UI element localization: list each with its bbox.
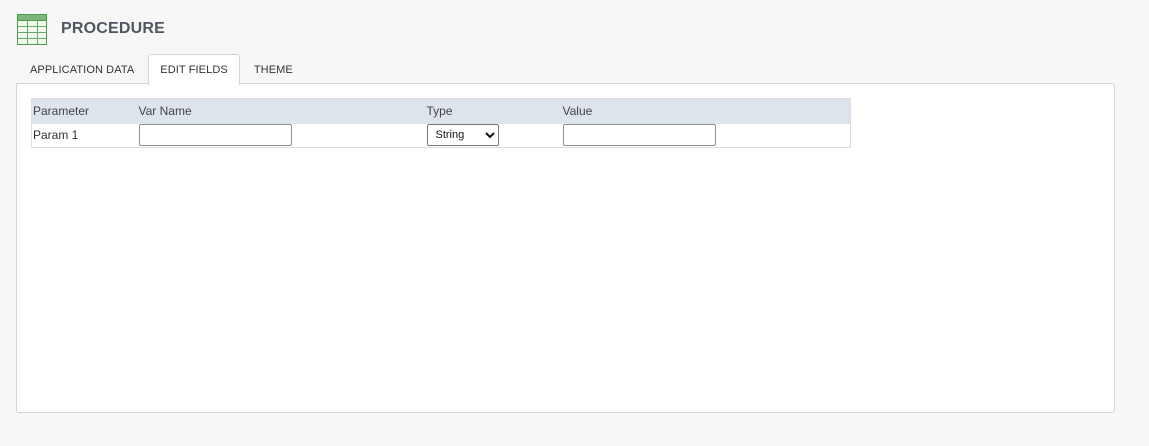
parameters-table: Parameter Var Name Type Value Param 1 St…	[31, 98, 851, 148]
page-title: PROCEDURE	[61, 20, 166, 37]
tab-theme[interactable]: THEME	[240, 54, 307, 84]
value-input[interactable]	[562, 124, 716, 147]
column-header-type: Type	[425, 98, 562, 124]
edit-fields-panel: Parameter Var Name Type Value Param 1 St…	[16, 83, 1115, 413]
var-name-input[interactable]	[138, 124, 292, 147]
type-cell: String	[426, 124, 562, 148]
var-name-cell	[138, 124, 426, 148]
column-header-parameter: Parameter	[31, 98, 138, 124]
column-header-value: Value	[561, 98, 851, 124]
type-select[interactable]: String	[426, 124, 499, 147]
tab-bar: APPLICATION DATA EDIT FIELDS THEME	[16, 54, 307, 85]
table-row: Param 1 String	[32, 124, 851, 148]
value-cell	[562, 124, 851, 148]
column-header-var-name: Var Name	[137, 98, 426, 124]
parameter-name: Param 1	[33, 128, 79, 143]
table-header-row: Parameter Var Name Type Value	[31, 98, 851, 124]
spreadsheet-icon	[17, 13, 47, 45]
tab-edit-fields[interactable]: EDIT FIELDS	[148, 54, 240, 85]
tab-application-data[interactable]: APPLICATION DATA	[16, 54, 148, 84]
page-header: PROCEDURE	[17, 13, 165, 45]
